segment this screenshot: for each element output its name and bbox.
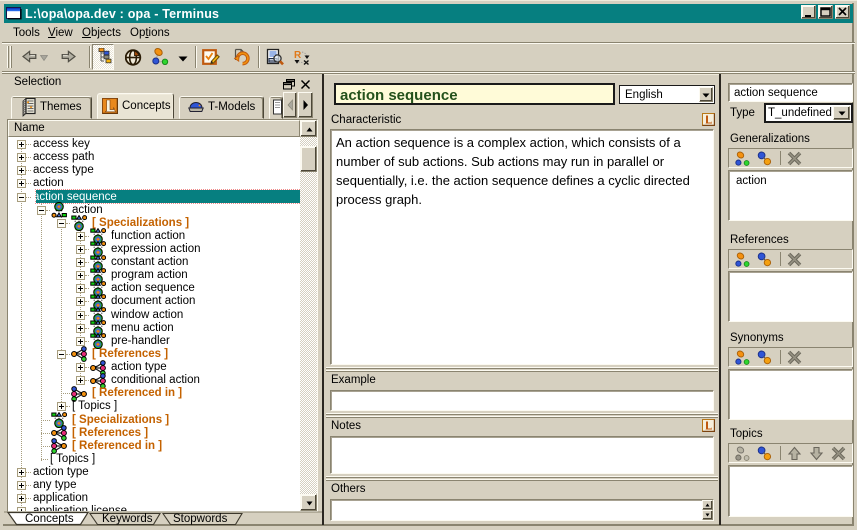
svg-text:R: R	[294, 50, 302, 61]
